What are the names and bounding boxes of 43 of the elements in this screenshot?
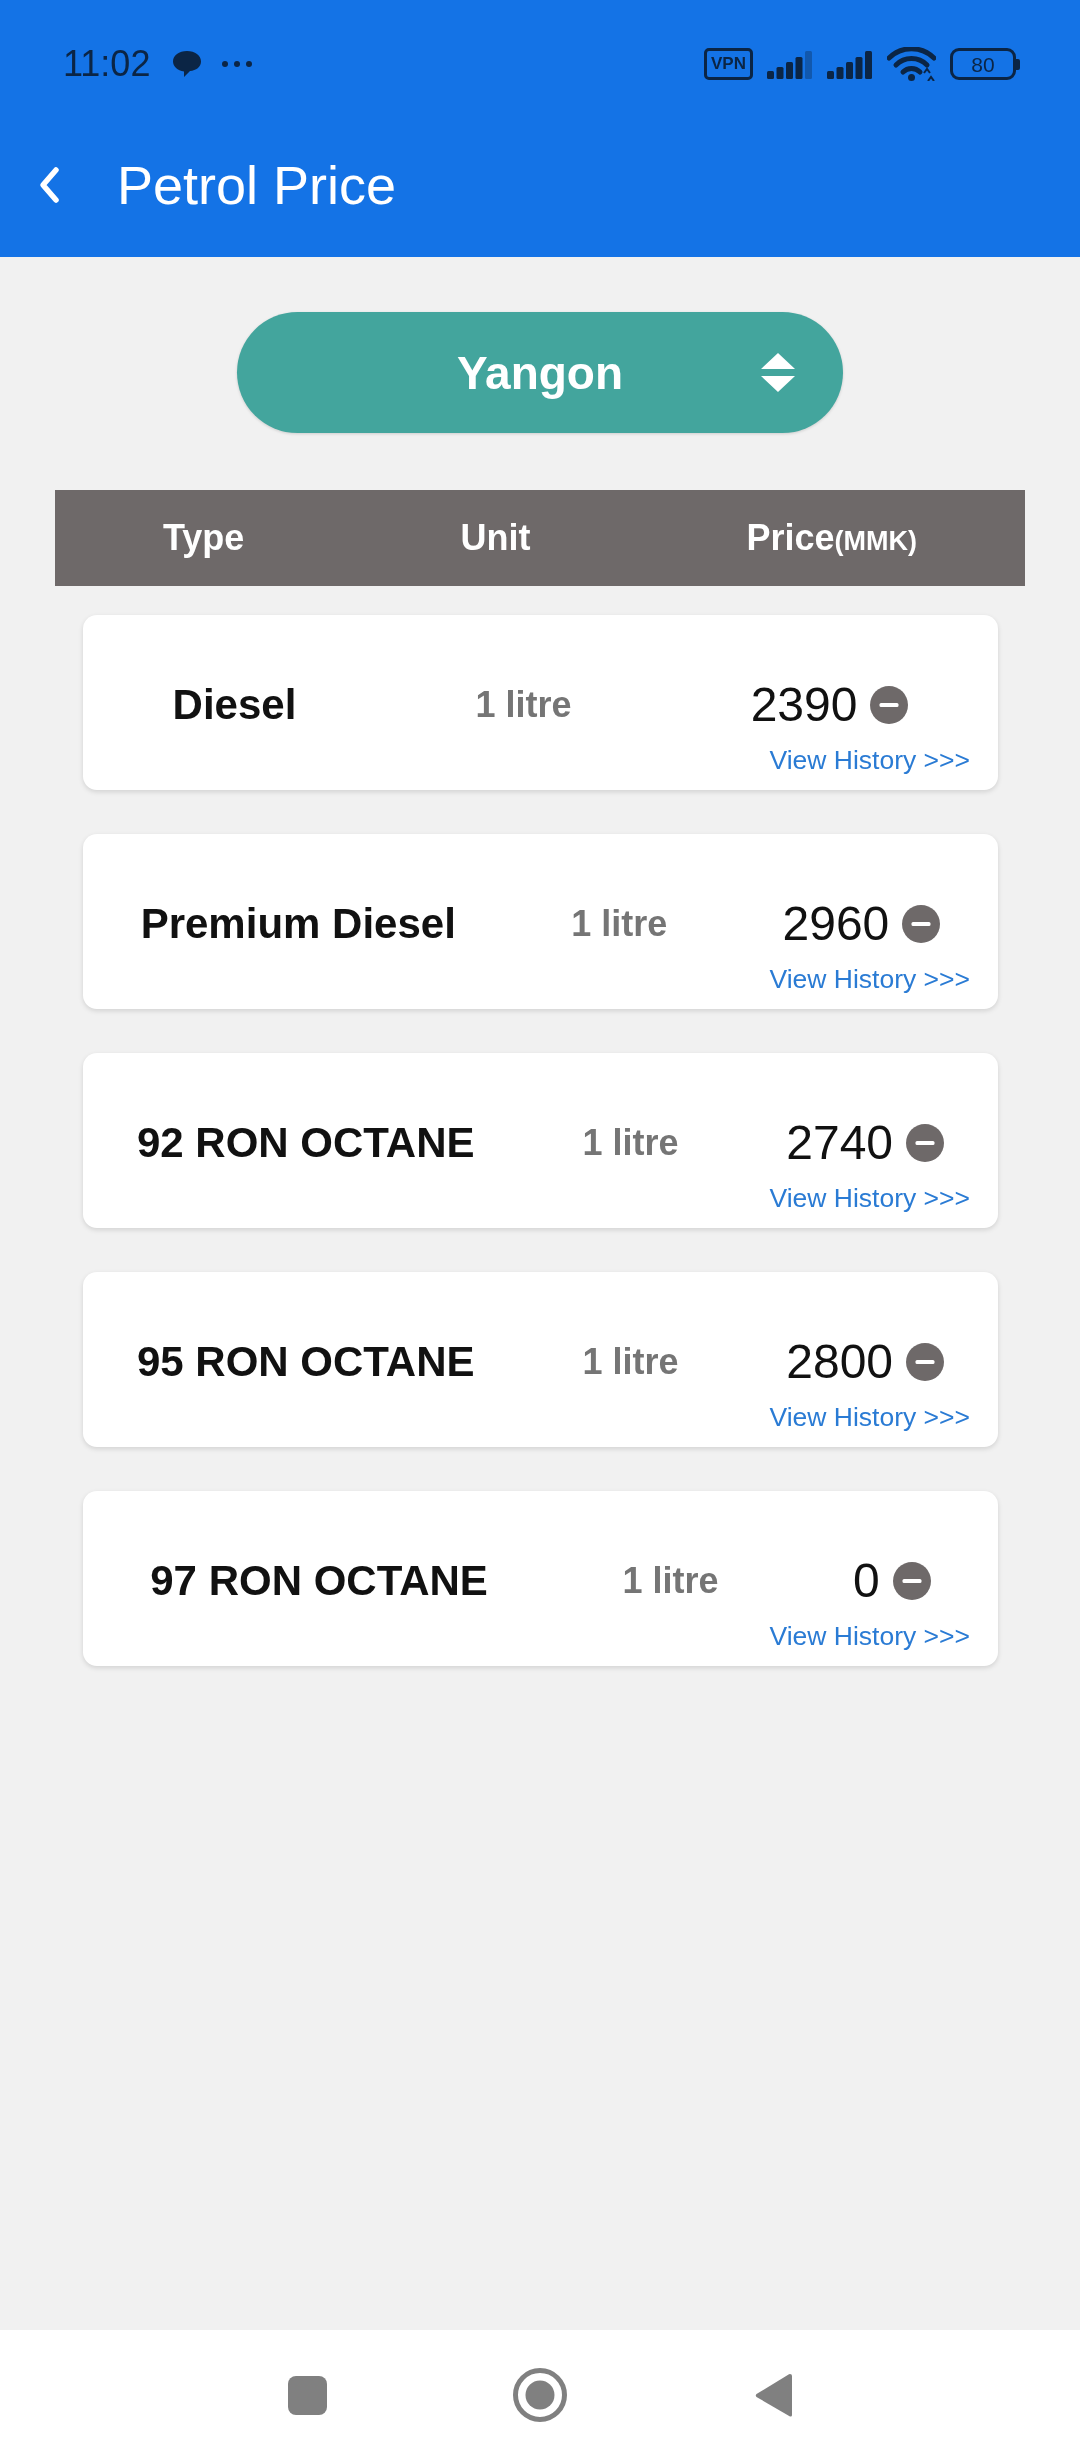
- fuel-type: 95 RON OCTANE: [136, 1338, 475, 1386]
- column-header: Unit: [460, 517, 531, 559]
- minus-circle-icon: [906, 1343, 945, 1381]
- price-value: 2800: [786, 1334, 894, 1390]
- unit-text: 1 litre: [582, 1341, 679, 1383]
- page-title: Petrol Price: [117, 153, 397, 216]
- price-value: 2740: [786, 1115, 894, 1171]
- unit-text: 1 litre: [622, 1560, 719, 1602]
- column-header: Price: [746, 517, 835, 559]
- home-icon[interactable]: [513, 2368, 567, 2422]
- fuel-type: Premium Diesel: [140, 900, 456, 948]
- view-history-link[interactable]: View History >>>: [769, 1620, 970, 1652]
- battery-indicator: 80: [950, 48, 1020, 80]
- minus-circle-icon: [870, 686, 909, 724]
- vpn-indicator: VPN: [704, 48, 753, 80]
- view-history-link[interactable]: View History >>>: [769, 1182, 970, 1214]
- column-header: Type: [163, 517, 245, 559]
- fuel-type: Diesel: [172, 681, 297, 729]
- status-time: 11:02: [63, 43, 151, 85]
- minus-circle-icon: [902, 905, 941, 943]
- currency-label: (MMK): [834, 526, 917, 557]
- back-icon[interactable]: [754, 2372, 792, 2418]
- fuel-type: 92 RON OCTANE: [136, 1119, 475, 1167]
- view-history-link[interactable]: View History >>>: [769, 1401, 970, 1433]
- price-value: 2960: [782, 896, 890, 952]
- unit-text: 1 litre: [475, 684, 572, 726]
- view-history-link[interactable]: View History >>>: [769, 963, 970, 995]
- price-value: 0: [853, 1553, 880, 1609]
- signal-icon: [767, 49, 813, 79]
- unit-text: 1 litre: [582, 1122, 679, 1164]
- dots-icon: [222, 61, 253, 67]
- city-dropdown[interactable]: Yangon: [237, 312, 843, 433]
- price-value: 2390: [750, 677, 858, 733]
- fuel-type: 97 RON OCTANE: [150, 1557, 488, 1605]
- chat-bubble-icon: [172, 50, 203, 78]
- wifi-icon: [887, 47, 936, 81]
- recents-icon[interactable]: [287, 2375, 327, 2415]
- up-down-arrows-icon: [761, 353, 795, 392]
- signal-icon: [827, 49, 873, 79]
- minus-circle-icon: [906, 1124, 945, 1162]
- unit-text: 1 litre: [571, 903, 668, 945]
- view-history-link[interactable]: View History >>>: [769, 744, 970, 776]
- minus-circle-icon: [892, 1562, 931, 1600]
